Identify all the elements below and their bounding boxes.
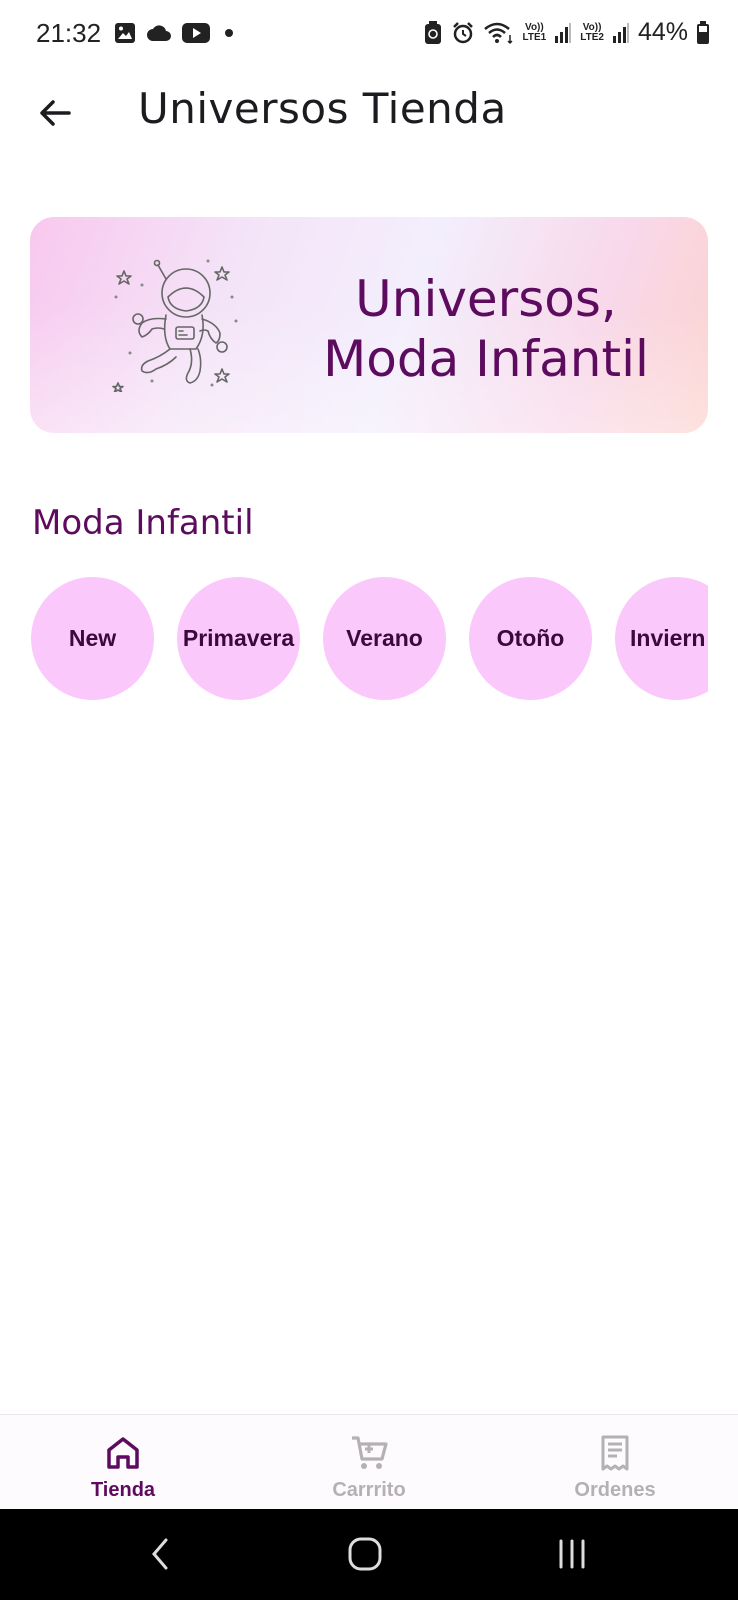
nav-label-tienda: Tienda [90, 1479, 156, 1501]
banner-heading: Universos, Moda Infantil [276, 269, 696, 389]
category-chip-new[interactable]: New [31, 577, 154, 700]
nav-label-carrito: Carrrito [332, 1479, 406, 1501]
nav-label-ordenes: Ordenes [574, 1479, 656, 1501]
nav-item-ordenes[interactable]: Ordenes [545, 1415, 685, 1510]
system-navigation-bar [0, 1509, 738, 1600]
page-title: Universos Tienda [138, 84, 507, 133]
chevron-left-icon [152, 1538, 168, 1570]
home-circle-icon [348, 1537, 382, 1571]
system-recents-button[interactable] [542, 1531, 602, 1577]
image-icon [115, 23, 135, 43]
battery-icon [697, 20, 709, 44]
volte1-label: Vo)) [525, 21, 544, 33]
status-time: 21:32 [36, 18, 102, 48]
banner-line-2: Moda Infantil [323, 330, 649, 388]
notification-icons [114, 22, 238, 44]
alarm-icon [452, 21, 473, 43]
nav-item-tienda[interactable]: Tienda [53, 1415, 193, 1510]
youtube-icon [182, 23, 210, 43]
category-chip-verano[interactable]: Verano [323, 577, 446, 700]
dot-icon [225, 29, 233, 37]
signal-icon [555, 22, 572, 43]
signal-icon [612, 22, 629, 43]
category-chip-otono[interactable]: Otoño [469, 577, 592, 700]
battery-saver-icon [424, 20, 441, 44]
astronaut-illustration [112, 259, 238, 392]
recents-icon [559, 1539, 585, 1569]
section-title: Moda Infantil [32, 503, 254, 543]
sim1-label: LTE1 [522, 31, 547, 43]
sim2-indicator: Vo)) LTE2 [580, 21, 604, 43]
system-status-icons: Vo)) LTE1 Vo)) LTE2 44% [423, 18, 710, 47]
app-bar: Universos Tienda [0, 70, 738, 180]
cart-icon [352, 1436, 388, 1469]
status-bar: 21:32 Vo)) LTE1 Vo)) LTE2 44% [0, 0, 738, 70]
arrow-left-icon [40, 100, 71, 126]
sim1-indicator: Vo)) LTE1 [522, 21, 547, 43]
back-button[interactable] [30, 88, 80, 138]
nav-item-carrito[interactable]: Carrrito [299, 1415, 439, 1510]
system-back-button[interactable] [130, 1531, 190, 1577]
system-home-button[interactable] [335, 1531, 395, 1577]
category-carousel[interactable]: New Primavera Verano Otoño Inviern [31, 577, 708, 701]
home-icon [107, 1437, 139, 1469]
banner-line-1: Universos, [355, 270, 617, 328]
hero-banner[interactable]: Universos, Moda Infantil [30, 217, 708, 433]
bottom-navigation: Tienda Carrrito Ordenes [0, 1414, 738, 1509]
category-chip-invierno[interactable]: Inviern [615, 577, 708, 700]
category-chip-primavera[interactable]: Primavera [177, 577, 300, 700]
wifi-icon [483, 22, 513, 44]
volte2-label: Vo)) [582, 21, 602, 33]
cloud-icon [147, 25, 171, 41]
receipt-icon [601, 1435, 629, 1471]
battery-percent: 44% [637, 18, 688, 46]
sim2-label: LTE2 [580, 31, 604, 43]
